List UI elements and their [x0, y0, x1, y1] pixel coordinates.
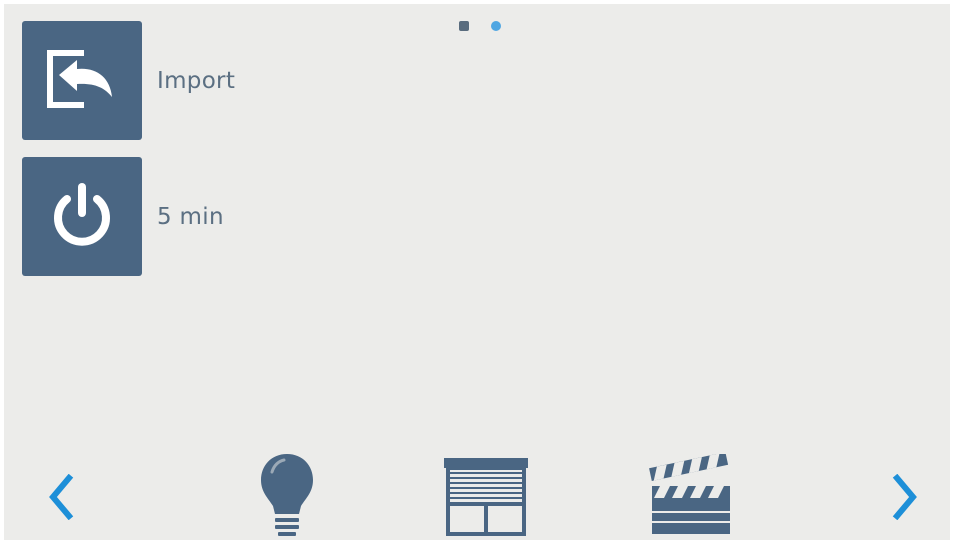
import-label: Import — [157, 67, 236, 94]
import-row: Import — [22, 21, 235, 140]
page-dot-2-active[interactable] — [491, 21, 501, 31]
import-icon — [44, 47, 120, 115]
blinds-dock-button[interactable] — [442, 456, 530, 540]
standby-timeout-button[interactable] — [22, 157, 142, 276]
app-screen: Import 5 min — [4, 4, 950, 540]
bottom-dock — [4, 444, 950, 540]
clapperboard-icon — [646, 452, 734, 540]
previous-page-button[interactable] — [40, 473, 80, 524]
standby-row: 5 min — [22, 157, 224, 276]
standby-timeout-label: 5 min — [157, 203, 224, 230]
page-indicator — [459, 21, 501, 31]
import-button[interactable] — [22, 21, 142, 140]
blinds-icon — [442, 458, 530, 540]
lights-dock-button[interactable] — [256, 450, 318, 540]
chevron-right-icon — [891, 473, 921, 524]
page-dot-1[interactable] — [459, 21, 469, 31]
power-icon — [50, 181, 114, 253]
chevron-left-icon — [45, 473, 75, 524]
next-page-button[interactable] — [886, 473, 926, 524]
lightbulb-icon — [256, 454, 318, 540]
scenes-dock-button[interactable] — [646, 452, 734, 540]
